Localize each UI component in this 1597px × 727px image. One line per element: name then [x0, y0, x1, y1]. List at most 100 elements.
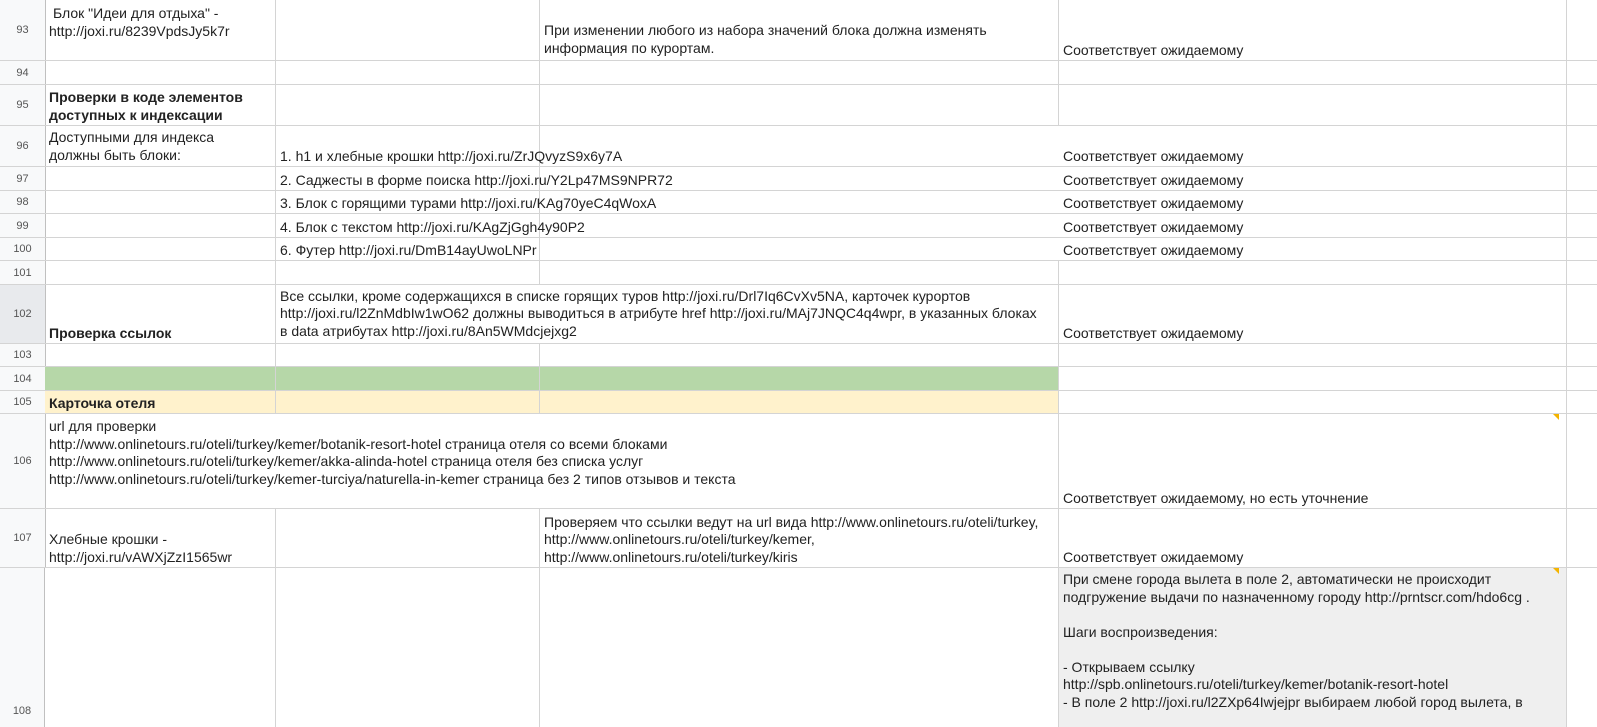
row-header[interactable]: 98 — [0, 191, 46, 213]
row-header[interactable]: 106 — [0, 414, 46, 508]
cell[interactable]: Блок "Идеи для отдыха" - http://joxi.ru/… — [45, 0, 276, 60]
cell[interactable] — [1059, 344, 1567, 366]
cell[interactable]: 1. h1 и хлебные крошки http://joxi.ru/Zr… — [276, 126, 623, 166]
cell[interactable] — [1059, 391, 1567, 413]
cell-text: 1. h1 и хлебные крошки http://joxi.ru/Zr… — [280, 147, 623, 164]
row-header[interactable]: 107 — [0, 509, 46, 567]
cell[interactable] — [276, 509, 540, 567]
cell[interactable] — [1059, 61, 1567, 84]
cell[interactable]: При смене города вылета в поле 2, автома… — [1059, 568, 1567, 727]
cell[interactable] — [1567, 214, 1597, 237]
cell[interactable]: Хлебные крошки - http://joxi.ru/vAWXjZzI… — [45, 509, 276, 567]
row-header[interactable]: 94 — [0, 61, 46, 84]
cell[interactable]: Проверяем что ссылки ведут на url вида h… — [540, 509, 1059, 567]
cell-text: Шаги воспроизведения: — [1063, 623, 1218, 640]
cell[interactable] — [540, 367, 1059, 390]
cell[interactable] — [45, 261, 276, 284]
cell[interactable] — [1567, 61, 1597, 84]
cell[interactable]: Соответствует ожидаемому — [1059, 126, 1567, 166]
cell-text: Проверяем что ссылки ведут на url вида h… — [544, 513, 1039, 530]
cell[interactable] — [276, 344, 540, 366]
cell[interactable] — [1059, 261, 1567, 284]
cell[interactable] — [540, 344, 1059, 366]
cell[interactable] — [276, 61, 540, 84]
cell-text: 3. Блок с горящими турами http://joxi.ru… — [280, 194, 657, 211]
cell[interactable]: Соответствует ожидаемому — [1059, 0, 1567, 60]
comment-marker-icon[interactable] — [1553, 568, 1559, 574]
cell[interactable]: Соответствует ожидаемому — [1059, 191, 1567, 213]
cell[interactable] — [1567, 126, 1597, 166]
cell[interactable]: Проверка ссылок — [45, 285, 276, 343]
cell[interactable]: 6. Футер http://joxi.ru/DmB14ayUwoLNPr — [276, 238, 540, 260]
row-header[interactable]: 93 — [0, 0, 46, 60]
cell[interactable]: Соответствует ожидаемому — [1059, 509, 1567, 567]
cell[interactable] — [276, 568, 540, 727]
cell[interactable] — [1059, 85, 1567, 125]
cell[interactable] — [540, 391, 1059, 413]
row-header[interactable]: 104 — [0, 367, 46, 390]
cell[interactable]: Соответствует ожидаемому, но есть уточне… — [1059, 414, 1567, 508]
row-header[interactable]: 95 — [0, 85, 46, 125]
row-header[interactable]: 96 — [0, 126, 46, 166]
cell[interactable]: 2. Саджесты в форме поиска http://joxi.r… — [276, 167, 673, 190]
cell-text: Хлебные крошки - — [49, 531, 168, 547]
cell[interactable]: Проверки в коде элементов доступных к ин… — [45, 85, 276, 125]
cell[interactable] — [1567, 238, 1597, 260]
cell[interactable] — [45, 214, 276, 237]
row-header[interactable]: 103 — [0, 344, 46, 366]
cell[interactable] — [1567, 0, 1597, 60]
row-header[interactable]: 97 — [0, 167, 46, 190]
cell[interactable] — [1567, 285, 1597, 343]
cell[interactable] — [1567, 509, 1597, 567]
cell[interactable]: url для проверки http://www.onlinetours.… — [45, 414, 1059, 508]
cell[interactable]: Соответствует ожидаемому — [1059, 214, 1567, 237]
cell[interactable] — [276, 0, 540, 60]
cell[interactable] — [540, 85, 1059, 125]
cell[interactable]: Соответствует ожидаемому — [1059, 285, 1567, 343]
cell[interactable] — [540, 568, 1059, 727]
cell[interactable] — [45, 191, 276, 213]
cell[interactable]: 4. Блок с текстом http://joxi.ru/KAgZjGg… — [276, 214, 585, 237]
cell[interactable]: При изменении любого из набора значений … — [540, 0, 1059, 60]
cell[interactable] — [45, 61, 276, 84]
cell-text: Соответствует ожидаемому — [1063, 171, 1244, 188]
cell[interactable] — [1567, 367, 1597, 390]
comment-marker-icon[interactable] — [1553, 414, 1559, 420]
cell[interactable] — [1567, 191, 1597, 213]
cell[interactable] — [540, 261, 1059, 284]
cell[interactable]: Все ссылки, кроме содержащихся в списке … — [276, 285, 1059, 343]
table-row: 96 Доступными для индекса должны быть бл… — [0, 126, 1597, 167]
cell[interactable] — [1567, 344, 1597, 366]
row-header[interactable]: 105 — [0, 391, 46, 413]
cell[interactable]: Карточка отеля — [45, 391, 276, 413]
cell[interactable] — [45, 367, 276, 390]
row-header[interactable]: 102 — [0, 285, 46, 343]
row-header[interactable]: 99 — [0, 214, 46, 237]
cell[interactable] — [45, 568, 276, 727]
table-row: 104 — [0, 367, 1597, 391]
cell[interactable] — [540, 61, 1059, 84]
cell[interactable] — [45, 344, 276, 366]
cell[interactable] — [1567, 85, 1597, 125]
row-header[interactable]: 108 — [0, 568, 45, 727]
cell[interactable] — [1567, 167, 1597, 190]
cell[interactable] — [1567, 391, 1597, 413]
cell[interactable] — [276, 391, 540, 413]
cell[interactable]: Доступными для индекса должны быть блоки… — [45, 126, 276, 166]
cell[interactable]: 3. Блок с горящими турами http://joxi.ru… — [276, 191, 657, 213]
row-header[interactable]: 101 — [0, 261, 46, 284]
cell[interactable]: Соответствует ожидаемому — [1059, 238, 1567, 260]
cell[interactable] — [45, 238, 276, 260]
table-row: 102 Проверка ссылок Все ссылки, кроме со… — [0, 285, 1597, 344]
cell[interactable] — [276, 367, 540, 390]
cell[interactable] — [1059, 367, 1567, 390]
cell[interactable] — [1567, 414, 1597, 508]
cell[interactable] — [276, 261, 540, 284]
cell[interactable] — [1567, 261, 1597, 284]
cell[interactable]: Соответствует ожидаемому — [1059, 167, 1567, 190]
row-header[interactable]: 100 — [0, 238, 46, 260]
cell-text: Все ссылки, кроме содержащихся в списке … — [280, 287, 971, 304]
cell[interactable] — [1567, 568, 1597, 727]
cell[interactable] — [45, 167, 276, 190]
cell[interactable] — [276, 85, 540, 125]
